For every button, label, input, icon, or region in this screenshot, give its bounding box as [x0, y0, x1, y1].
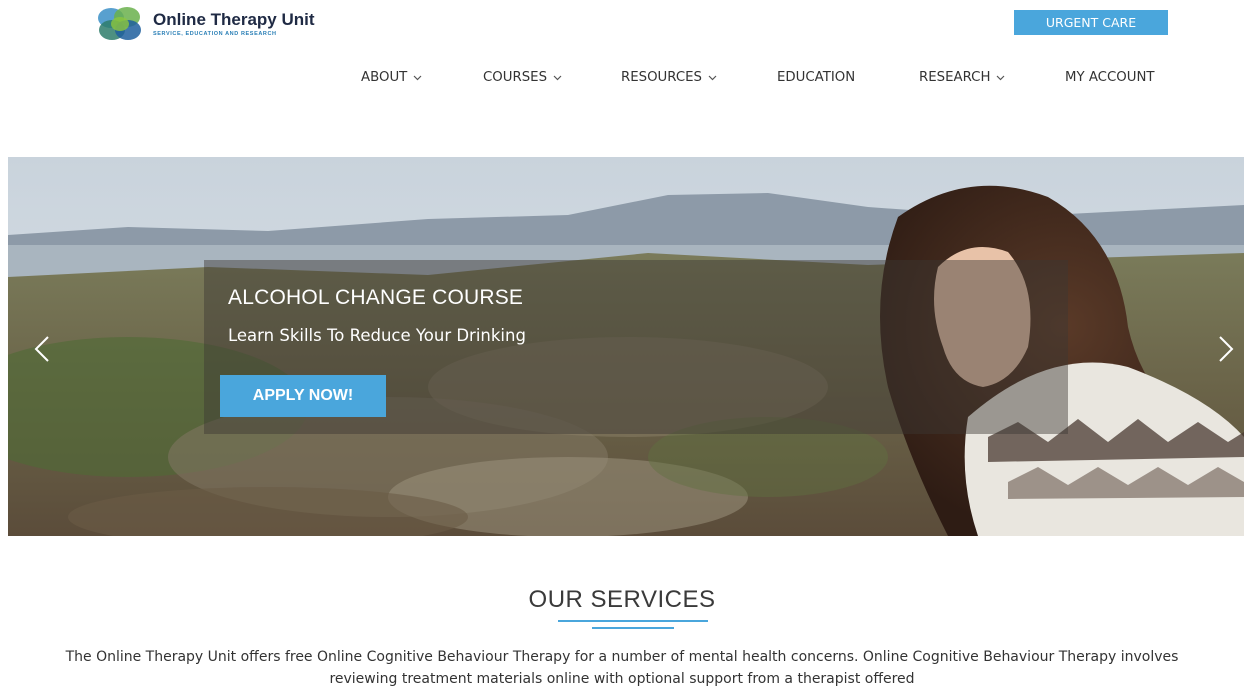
hero-subtitle: Learn Skills To Reduce Your Drinking: [228, 326, 526, 345]
services-heading: OUR SERVICES: [528, 586, 716, 613]
urgent-care-button[interactable]: URGENT CARE: [1014, 10, 1168, 35]
nav-item-label: MY ACCOUNT: [1065, 70, 1155, 85]
chevron-down-icon: [553, 75, 562, 81]
heading-divider: [592, 627, 674, 629]
services-description: The Online Therapy Unit offers free Onli…: [65, 649, 1179, 687]
nav-item-label: EDUCATION: [777, 70, 856, 85]
logo-icon: [98, 7, 141, 40]
chevron-down-icon: [413, 75, 422, 81]
nav-item-label: ABOUT: [361, 70, 408, 85]
nav-item-research[interactable]: RESEARCH: [919, 70, 1005, 85]
site-logo[interactable]: Online Therapy Unit SERVICE, EDUCATION A…: [95, 6, 315, 42]
hero-title: ALCOHOL CHANGE COURSE: [228, 286, 524, 309]
main-nav: ABOUT COURSES RESOURCES EDUCATION RESEAR…: [0, 70, 1244, 90]
nav-item-courses[interactable]: COURSES: [483, 70, 562, 85]
logo-title: Online Therapy Unit: [153, 10, 315, 29]
heading-divider: [558, 620, 708, 622]
hero-caption: ALCOHOL CHANGE COURSE Learn Skills To Re…: [204, 260, 1068, 434]
nav-item-label: COURSES: [483, 70, 548, 85]
logo-subtitle: SERVICE, EDUCATION AND RESEARCH: [153, 31, 277, 37]
chevron-down-icon: [996, 75, 1005, 81]
chevron-right-icon[interactable]: [1214, 335, 1238, 363]
nav-item-my-account[interactable]: MY ACCOUNT: [1065, 70, 1155, 85]
nav-item-resources[interactable]: RESOURCES: [621, 70, 717, 85]
apply-now-button[interactable]: APPLY NOW!: [220, 375, 386, 417]
nav-item-label: RESOURCES: [621, 70, 702, 85]
chevron-down-icon: [708, 75, 717, 81]
nav-item-about[interactable]: ABOUT: [361, 70, 422, 85]
nav-item-education[interactable]: EDUCATION: [777, 70, 855, 85]
nav-item-label: RESEARCH: [919, 70, 991, 85]
chevron-left-icon[interactable]: [30, 335, 54, 363]
hero-carousel: ALCOHOL CHANGE COURSE Learn Skills To Re…: [8, 157, 1244, 536]
